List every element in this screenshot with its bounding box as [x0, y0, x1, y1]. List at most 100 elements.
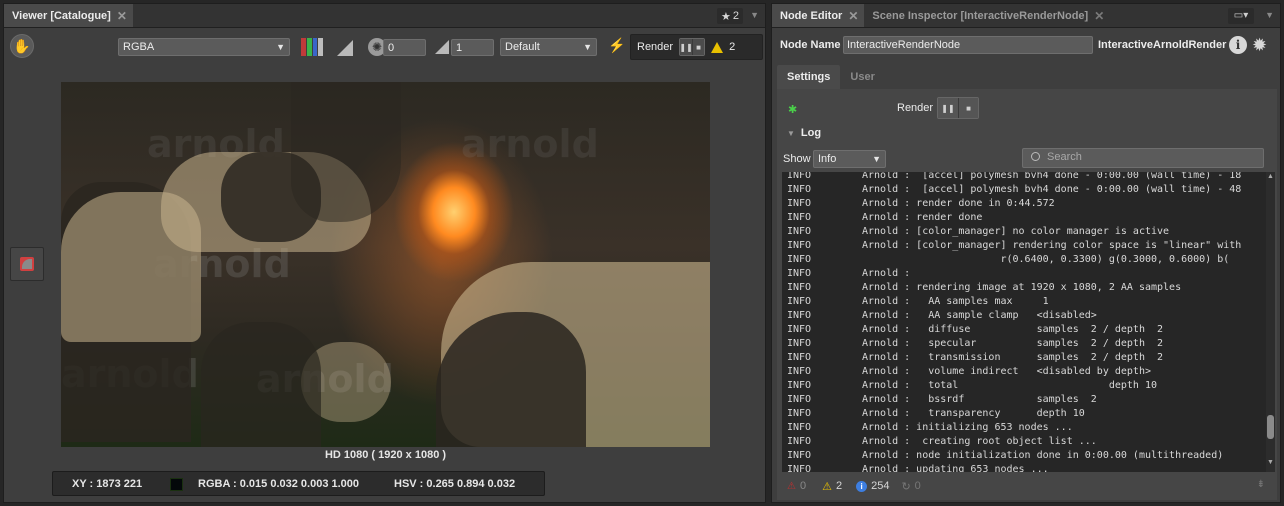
node-type-label: InteractiveArnoldRender: [1098, 39, 1227, 51]
lightning-icon[interactable]: ⚡: [608, 37, 625, 54]
error-icon[interactable]: ⚠: [787, 481, 796, 492]
node-editor-panel: Node Editor ✕ Scene Inspector [Interacti…: [771, 3, 1281, 503]
display-transform-select[interactable]: Default ▼: [500, 38, 597, 56]
log-scrollbar[interactable]: ▲ ▼: [1266, 172, 1275, 472]
stop-icon[interactable]: ■: [692, 39, 705, 55]
scrollbar-thumb[interactable]: [1267, 415, 1274, 439]
log-line: INFO Arnold : AA sample clamp <disabled>: [787, 309, 1097, 323]
log-message: Arnold : initializing 653 nodes ...: [862, 422, 1073, 433]
tab-user[interactable]: User: [840, 65, 884, 89]
tab-scene-inspector[interactable]: Scene Inspector [InteractiveRenderNode] …: [864, 4, 1110, 27]
stop-icon[interactable]: ■: [958, 98, 978, 118]
log-message: r(0.6400, 0.3300) g(0.3000, 0.6000) b(: [862, 254, 1230, 265]
log-message: Arnold : AA sample clamp <disabled>: [862, 310, 1097, 321]
cow-silhouette: [201, 322, 321, 447]
log-line: INFO Arnold : [color_manager] rendering c…: [787, 239, 1241, 253]
render-toggle: ❚❚ ■: [679, 38, 706, 56]
log-level: INFO: [787, 380, 812, 391]
scroll-to-end-icon[interactable]: ⇟: [1257, 479, 1265, 490]
log-message: Arnold : specular samples 2 / depth 2: [862, 338, 1164, 349]
scroll-down-icon[interactable]: ▼: [1267, 459, 1274, 466]
log-message: Arnold : transparency depth 10: [862, 408, 1085, 419]
log-section-header[interactable]: ▼ Log: [787, 127, 821, 139]
color-swatch: [170, 478, 183, 491]
log-level: INFO: [787, 240, 812, 251]
layout-menu-icon[interactable]: ▭▾: [1228, 8, 1254, 24]
log-output[interactable]: INFO Arnold : [accel] polymesh bvh4 done …: [782, 172, 1266, 472]
log-counts: ⚠ 0 ⚠ 2 i 254 ↻ 0: [787, 479, 921, 493]
exposure-field[interactable]: 0: [383, 39, 426, 56]
curve-tool-button[interactable]: [10, 247, 44, 281]
log-level: INFO: [787, 184, 812, 195]
channel-select-value: RGBA: [123, 41, 155, 53]
warning-icon[interactable]: [711, 41, 724, 53]
log-message: Arnold : AA samples max 1: [862, 296, 1049, 307]
gear-icon[interactable]: ✹: [1252, 35, 1267, 56]
tab-node-editor-label: Node Editor: [780, 9, 843, 22]
render-label: Render: [897, 102, 934, 114]
star-count: 2: [732, 10, 739, 22]
log-line: INFO Arnold : diffuse samples 2 / depth 2: [787, 323, 1163, 337]
chevron-down-icon[interactable]: ▼: [1265, 10, 1274, 20]
pixel-status-bar: XY : 1873 221 RGBA : 0.015 0.032 0.003 1…: [52, 471, 545, 496]
scroll-up-icon[interactable]: ▲: [1267, 173, 1274, 180]
close-icon[interactable]: ✕: [1094, 9, 1104, 23]
channel-select[interactable]: RGBA ▼: [118, 38, 290, 56]
log-level-select[interactable]: Info ▼: [813, 150, 886, 168]
log-level: INFO: [787, 338, 812, 349]
log-search-input[interactable]: Search: [1022, 148, 1264, 168]
chevron-down-icon[interactable]: ▼: [750, 10, 759, 20]
close-icon[interactable]: ✕: [117, 9, 127, 23]
log-level: INFO: [787, 268, 812, 279]
render-label: Render: [637, 41, 674, 53]
info-icon[interactable]: i: [1229, 36, 1247, 54]
settings-panel: ✱ Render ❚❚ ■ ▼ Log Show Info ▼ Search IN…: [777, 89, 1277, 500]
viewer-toolbar: ✋ RGBA ▼ ✺ 0 1 Default ▼ ⚡ Render ❚❚ ■ 2: [4, 30, 765, 62]
log-line: INFO Arnold : rendering image at 1920 x 1…: [787, 281, 1181, 295]
render-image[interactable]: arnold arnold arnold arnold arnold: [61, 82, 710, 447]
log-message: Arnold : updating 653 nodes ...: [862, 464, 1049, 472]
log-message: Arnold : [color_manager] rendering color…: [862, 240, 1242, 251]
pause-icon[interactable]: ❚❚: [680, 39, 693, 55]
viewer-tabbar: Viewer [Catalogue] ✕ ★ 2 ▼: [4, 4, 765, 28]
curve-icon: [20, 257, 34, 271]
log-level: INFO: [787, 212, 812, 223]
log-line: INFO Arnold : node initialization done in…: [787, 449, 1223, 463]
debug-count: 0: [914, 480, 921, 492]
search-placeholder: Search: [1047, 151, 1082, 163]
tab-node-editor[interactable]: Node Editor ✕: [772, 4, 865, 27]
tab-settings[interactable]: Settings: [777, 65, 841, 89]
node-name-field[interactable]: InteractiveRenderNode: [843, 36, 1093, 54]
info-icon[interactable]: i: [856, 480, 868, 492]
log-level: INFO: [787, 226, 812, 237]
log-level: INFO: [787, 282, 812, 293]
log-message: Arnold : render done: [862, 212, 983, 223]
close-icon[interactable]: ✕: [848, 9, 858, 23]
image-resolution-label: HD 1080 ( 1920 x 1080 ): [324, 449, 447, 461]
log-line: INFO Arnold :: [787, 267, 910, 281]
hand-tool-icon[interactable]: ✋: [10, 34, 34, 58]
hsv-readout: HSV : 0.265 0.894 0.032: [394, 478, 516, 490]
bookmark-star-button[interactable]: ★ 2: [717, 8, 743, 24]
pause-icon[interactable]: ❚❚: [938, 98, 958, 118]
channel-toggle-icon[interactable]: [301, 38, 323, 56]
log-level: INFO: [787, 422, 812, 433]
log-message: Arnold : [accel] polymesh bvh4 done - 0:…: [862, 184, 1242, 195]
gamma-ramp-icon[interactable]: [435, 40, 449, 54]
chevron-down-icon: ▼: [583, 42, 592, 52]
gamma-field[interactable]: 1: [451, 39, 494, 56]
log-line: INFO Arnold : AA samples max 1: [787, 295, 1049, 309]
tab-viewer[interactable]: Viewer [Catalogue] ✕: [4, 4, 133, 27]
log-level: INFO: [787, 254, 812, 265]
cow-silhouette: [61, 192, 201, 342]
log-level: INFO: [787, 296, 812, 307]
log-message: Arnold : creating root object list ...: [862, 436, 1097, 447]
node-name-label: Node Name: [780, 39, 841, 51]
warning-icon[interactable]: ⚠: [822, 480, 832, 493]
debug-icon[interactable]: ↻: [901, 480, 910, 493]
log-line: INFO Arnold : render done in 0:44.572: [787, 197, 1055, 211]
exposure-ramp-icon[interactable]: [337, 40, 353, 56]
log-level-value: Info: [818, 153, 837, 165]
collapse-triangle-icon: ▼: [787, 129, 795, 138]
log-line: INFO Arnold : [accel] polymesh bvh4 done …: [787, 183, 1241, 197]
